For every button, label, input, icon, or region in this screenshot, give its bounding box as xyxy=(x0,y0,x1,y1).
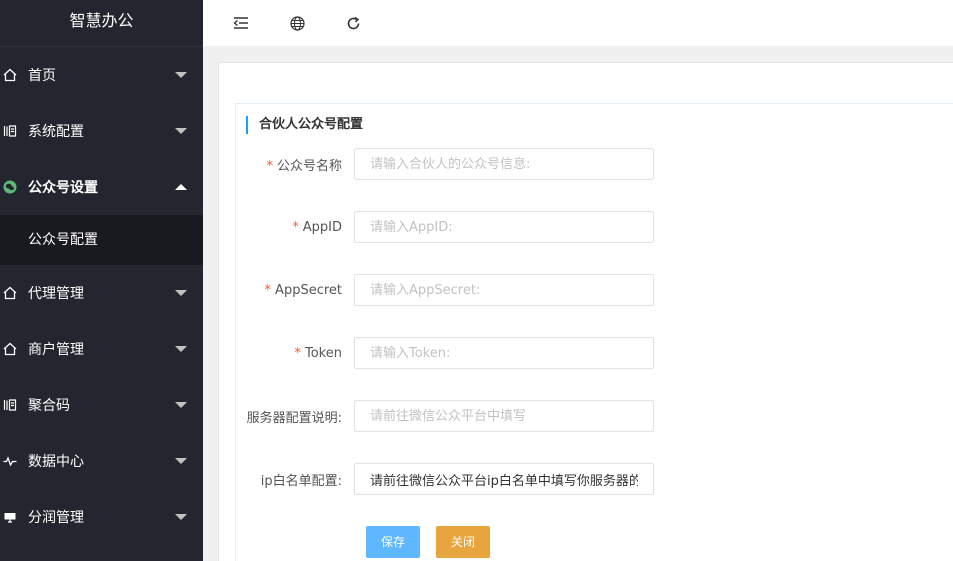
sidebar-item-label: 商户管理 xyxy=(28,342,84,358)
required-star: * xyxy=(266,158,273,174)
form-row-appsecret: * AppSecret xyxy=(236,274,654,306)
save-button[interactable]: 保存 xyxy=(366,526,421,558)
ip-whitelist-input[interactable] xyxy=(354,463,654,495)
home-icon xyxy=(3,342,17,356)
form-row-token: * Token xyxy=(236,337,654,369)
form-row-appid: * AppID xyxy=(236,211,654,243)
token-input[interactable] xyxy=(354,337,654,369)
pulse-icon xyxy=(3,454,17,468)
chevron-down-icon xyxy=(175,72,187,78)
sidebar-item-data-center[interactable]: 数据中心 xyxy=(0,433,203,489)
form-row-ip-whitelist: ip白名单配置: xyxy=(236,463,654,495)
chevron-down-icon xyxy=(175,458,187,464)
chevron-down-icon xyxy=(175,290,187,296)
close-button[interactable]: 关闭 xyxy=(436,526,491,558)
field-label: ip白名单配置: xyxy=(260,473,342,489)
appsecret-input[interactable] xyxy=(354,274,654,306)
server-config-input[interactable] xyxy=(354,400,654,432)
form-row-server-config: 服务器配置说明: xyxy=(236,400,654,432)
sidebar-item-label: 公众号设置 xyxy=(28,180,98,196)
field-label: * 公众号名称 xyxy=(266,158,342,174)
chevron-down-icon xyxy=(175,128,187,134)
sidebar-item-agent-management[interactable]: 代理管理 xyxy=(0,265,203,321)
menu-collapse-icon[interactable] xyxy=(229,11,253,35)
sidebar-item-profit-sharing[interactable]: 分润管理 xyxy=(0,489,203,545)
monitor-icon xyxy=(3,510,17,524)
required-star: * xyxy=(292,219,299,235)
sidebar-item-system-config[interactable]: 系统配置 xyxy=(0,103,203,159)
field-label: 服务器配置说明: xyxy=(246,410,342,426)
book-icon xyxy=(3,124,17,138)
field-label: * Token xyxy=(294,345,343,361)
chevron-up-icon xyxy=(175,184,187,190)
book-icon xyxy=(3,398,17,412)
home-icon xyxy=(3,68,17,82)
field-label: * AppSecret xyxy=(264,282,342,298)
sidebar-item-wechat-settings[interactable]: 公众号设置 xyxy=(0,159,203,215)
content-card: 合伙人公众号配置 *公众号名称 *AppID *AppSecret *Token… xyxy=(218,62,953,561)
chevron-down-icon xyxy=(175,402,187,408)
field-label: * AppID xyxy=(292,219,342,235)
sidebar-item-label: 数据中心 xyxy=(28,454,84,470)
sidebar-item-label: 代理管理 xyxy=(28,286,84,302)
sidebar-item-label: 聚合码 xyxy=(28,398,70,414)
chevron-down-icon xyxy=(175,346,187,352)
app-brand: 智慧办公 xyxy=(0,0,203,47)
wechat-icon xyxy=(3,180,17,194)
account-name-input[interactable] xyxy=(354,148,654,180)
sidebar-item-aggregate-code[interactable]: 聚合码 xyxy=(0,377,203,433)
sidebar-subitem-wechat-config[interactable]: 公众号配置 xyxy=(0,215,203,265)
form-panel: 合伙人公众号配置 *公众号名称 *AppID *AppSecret *Token… xyxy=(235,103,953,561)
globe-icon[interactable] xyxy=(285,11,309,35)
sidebar-item-label: 分润管理 xyxy=(28,510,84,526)
sidebar: 智慧办公 首页 系统配置 公众号设置 公众号配置 代理管理 商户管理 聚合码 数… xyxy=(0,0,203,561)
required-star: * xyxy=(264,282,272,298)
required-star: * xyxy=(294,345,302,361)
appid-input[interactable] xyxy=(354,211,654,243)
form-row-account-name: * 公众号名称 xyxy=(236,148,654,180)
sidebar-item-merchant-management[interactable]: 商户管理 xyxy=(0,321,203,377)
home-icon xyxy=(3,286,17,300)
top-bar xyxy=(203,0,953,46)
sidebar-item-label: 首页 xyxy=(28,68,56,84)
form-title: 合伙人公众号配置 xyxy=(246,116,363,134)
sidebar-item-home[interactable]: 首页 xyxy=(0,47,203,103)
refresh-icon[interactable] xyxy=(341,11,365,35)
chevron-down-icon xyxy=(175,514,187,520)
sidebar-item-label: 系统配置 xyxy=(28,124,84,140)
